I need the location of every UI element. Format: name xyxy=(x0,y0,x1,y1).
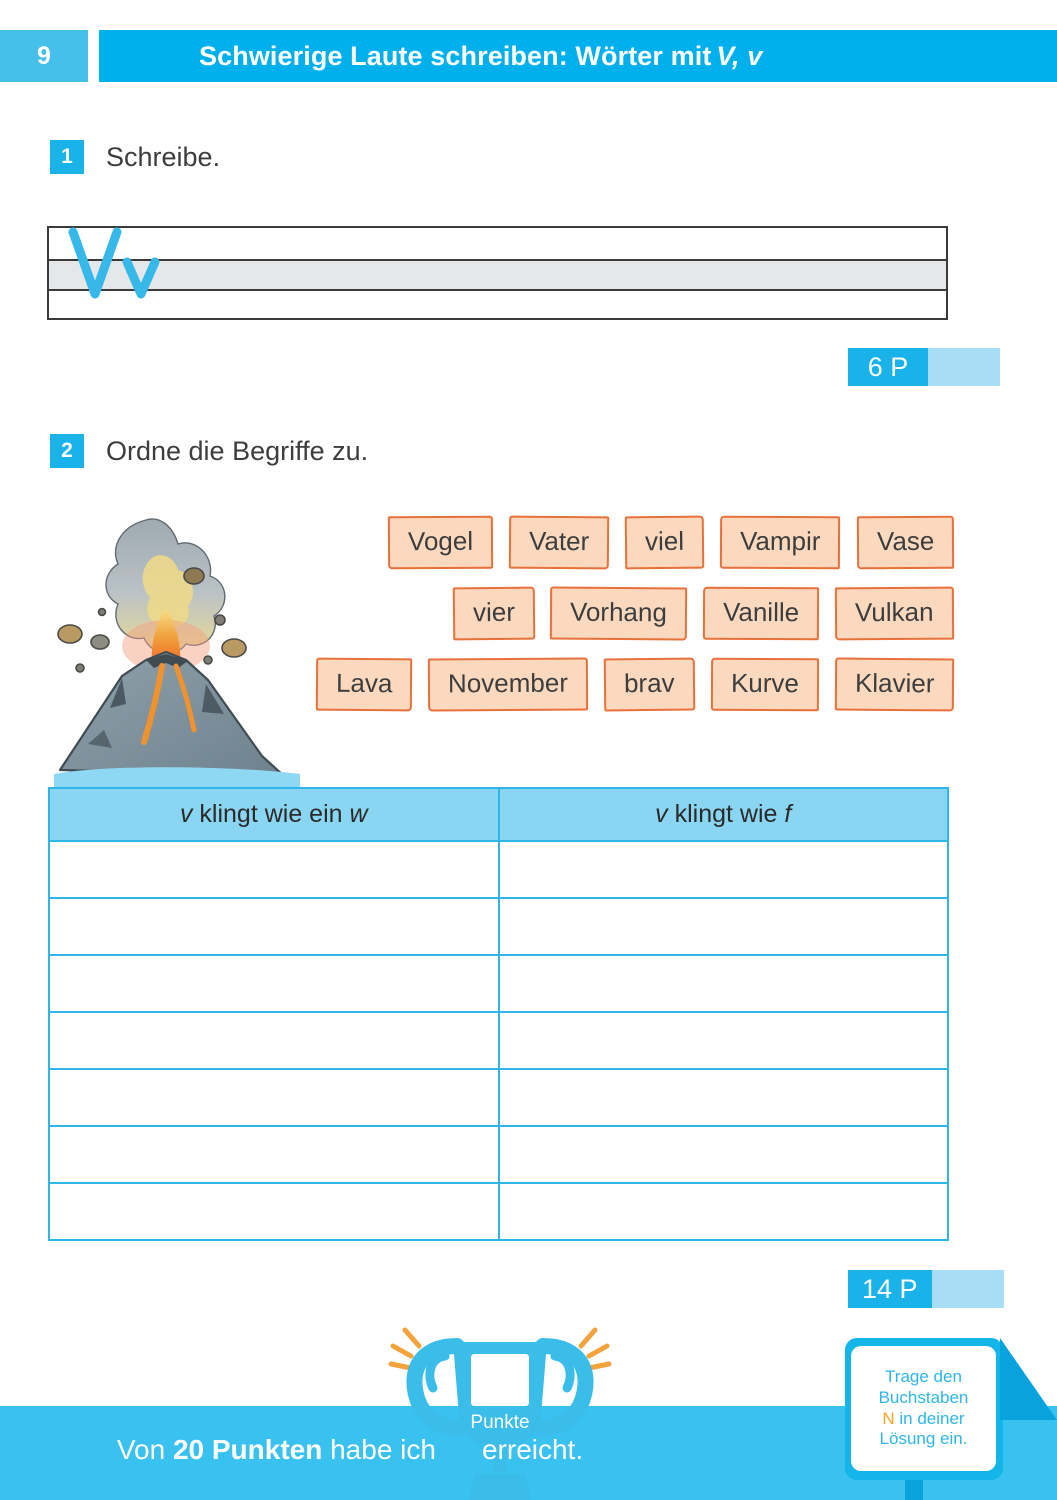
trophy-punkte-label: Punkte xyxy=(470,1412,529,1433)
answer-cell[interactable] xyxy=(497,1011,949,1070)
answer-cell[interactable] xyxy=(497,1068,949,1127)
note-line-4: Lösung ein. xyxy=(879,1429,968,1449)
word-card[interactable]: Vanille xyxy=(703,586,820,641)
answer-cell[interactable] xyxy=(48,1182,500,1241)
word-card[interactable]: Vogel xyxy=(387,515,494,570)
task-1-points-blank[interactable] xyxy=(928,348,1000,386)
answer-cell[interactable] xyxy=(48,1068,500,1127)
col2-letter-f: f xyxy=(784,800,792,828)
answer-cell[interactable] xyxy=(497,1182,949,1241)
task-1-points-badge: 6 P xyxy=(848,348,1000,386)
answer-cell[interactable] xyxy=(497,1125,949,1184)
header-title-italic: V, v xyxy=(716,40,763,71)
col1-letter-v: v xyxy=(179,800,193,828)
footer-score-text: Von 20 Punkten habe ich erreicht. xyxy=(0,1434,700,1466)
note-line-2: Buchstaben xyxy=(878,1387,969,1407)
word-card[interactable]: vier xyxy=(452,586,535,641)
word-card[interactable]: Vorhang xyxy=(550,586,688,641)
col1-mid-text: klingt wie ein xyxy=(192,800,350,828)
task-2-heading: 2 Ordne die Begriffe zu. xyxy=(50,434,368,468)
word-card[interactable]: Lava xyxy=(315,657,413,712)
word-card[interactable]: November xyxy=(427,657,589,712)
word-card[interactable]: Kurve xyxy=(710,657,819,712)
table-row xyxy=(48,1011,949,1070)
header-title-text: Schwierige Laute schreiben: Wörter mit xyxy=(199,40,712,71)
task-1-heading: 1 Schreibe. xyxy=(50,140,220,174)
col2-letter-v: v xyxy=(655,800,668,828)
volcano-illustration xyxy=(54,518,300,790)
answer-cell[interactable] xyxy=(497,954,949,1013)
sorting-table: v klingt wie ein w v klingt wie f xyxy=(48,787,949,1241)
table-row xyxy=(48,1068,949,1127)
page-header: 9 Schwierige Laute schreiben: Wörter mit… xyxy=(0,30,1057,82)
task-1-points-value: 6 P xyxy=(848,348,928,386)
answer-cell[interactable] xyxy=(48,954,500,1013)
note-line-3: in deiner xyxy=(894,1408,965,1428)
header-gap xyxy=(88,30,99,82)
table-row xyxy=(48,954,949,1013)
word-card[interactable]: viel xyxy=(624,515,705,570)
task-2-instruction: Ordne die Begriffe zu. xyxy=(106,435,369,466)
task-2-points-blank[interactable] xyxy=(931,1270,1004,1308)
word-card[interactable]: Vater xyxy=(508,515,610,570)
table-header-col2: v klingt wie f xyxy=(497,787,949,842)
footer-middle: habe ich xyxy=(322,1434,436,1465)
task-2-number: 2 xyxy=(50,434,84,468)
task-2-points-badge: 14 P xyxy=(848,1270,1004,1308)
task-2-points-value: 14 P xyxy=(848,1270,932,1308)
trophy-icon: Punkte xyxy=(388,1327,612,1500)
table-row xyxy=(48,1182,949,1241)
table-header-row: v klingt wie ein w v klingt wie f xyxy=(48,787,949,842)
letter-vv-sample xyxy=(68,227,160,299)
word-card[interactable]: Vulkan xyxy=(835,586,955,641)
table-row xyxy=(48,897,949,956)
answer-cell[interactable] xyxy=(48,897,500,956)
word-card-row-2: vier Vorhang Vanille Vulkan xyxy=(294,586,955,641)
word-card[interactable]: Vampir xyxy=(720,515,841,570)
header-title-bar: Schwierige Laute schreiben: Wörter mit V… xyxy=(99,30,1057,82)
handwriting-midband xyxy=(49,259,946,291)
answer-cell[interactable] xyxy=(497,897,949,956)
word-card-row-1: Vogel Vater viel Vampir Vase xyxy=(294,515,955,570)
answer-cell[interactable] xyxy=(497,840,949,899)
footer-total-points: 20 Punkten xyxy=(172,1434,323,1465)
handwriting-lines-box[interactable] xyxy=(47,226,948,320)
table-body xyxy=(48,840,949,1241)
word-card[interactable]: Klavier xyxy=(834,657,955,712)
note-solution-letter: N xyxy=(882,1408,895,1428)
table-row xyxy=(48,1125,949,1184)
hint-note: Trage den Buchstaben N in deiner Lösung … xyxy=(845,1338,1057,1500)
word-card[interactable]: Vase xyxy=(856,515,955,570)
col2-mid-text: klingt wie xyxy=(667,800,785,828)
table-row xyxy=(48,840,949,899)
note-line-1: Trage den xyxy=(885,1367,962,1387)
word-card-row-3: Lava November brav Kurve Klavier xyxy=(294,657,955,712)
task-1-number: 1 xyxy=(50,140,84,174)
answer-cell[interactable] xyxy=(48,1125,500,1184)
page-number: 9 xyxy=(0,30,88,82)
table-header-col1: v klingt wie ein w xyxy=(48,787,500,842)
note-text-card: Trage den Buchstaben N in deiner Lösung … xyxy=(851,1346,996,1471)
word-card[interactable]: brav xyxy=(603,657,695,712)
footer-suffix: erreicht. xyxy=(481,1434,584,1465)
col1-letter-w: w xyxy=(349,800,368,828)
word-cards-area: Vogel Vater viel Vampir Vase vier Vorhan… xyxy=(294,515,955,729)
task-1-instruction: Schreibe. xyxy=(106,141,221,172)
answer-cell[interactable] xyxy=(48,1011,500,1070)
footer-prefix: Von xyxy=(116,1434,173,1465)
answer-cell[interactable] xyxy=(48,840,500,899)
